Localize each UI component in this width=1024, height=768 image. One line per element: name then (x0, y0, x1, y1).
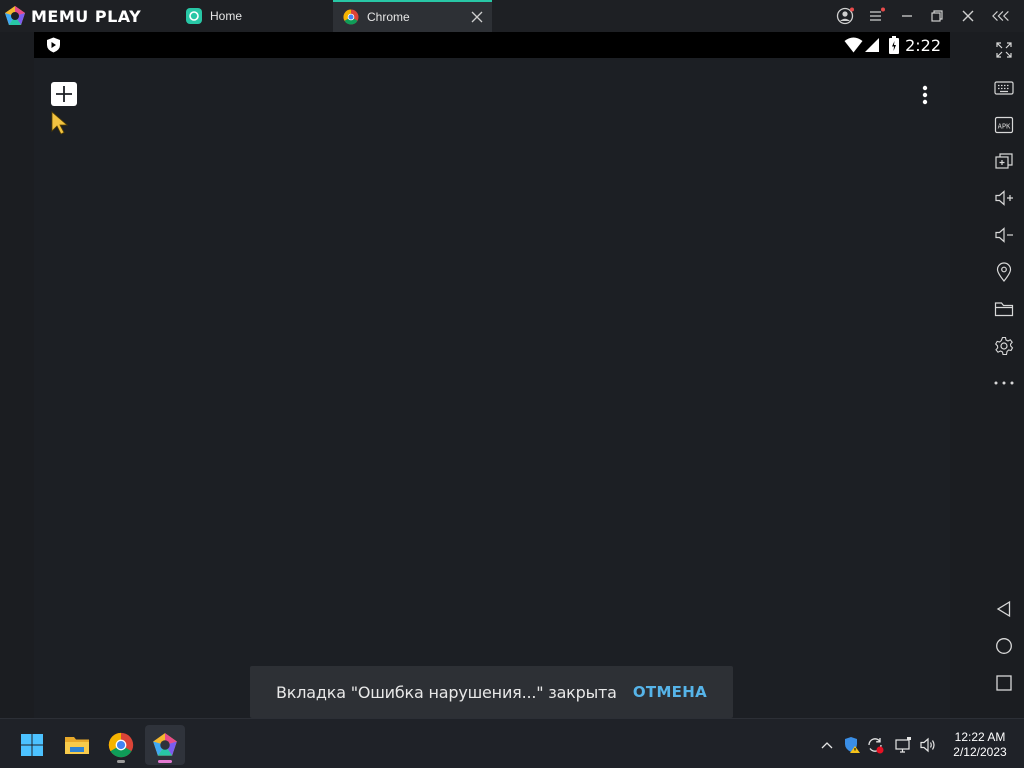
mouse-cursor-icon (51, 111, 69, 135)
folder-icon[interactable] (992, 297, 1016, 321)
chrome-tab-switcher (34, 58, 950, 718)
home-circle-icon[interactable] (992, 634, 1016, 658)
battery-icon (889, 36, 899, 54)
security-warning-icon[interactable] (843, 736, 861, 754)
memu-taskbar-button[interactable] (145, 725, 185, 765)
settings-icon[interactable] (992, 334, 1016, 358)
file-explorer-icon (65, 737, 89, 754)
wifi-icon (844, 37, 863, 53)
active-indicator (158, 760, 172, 763)
tab-home[interactable]: Home (178, 0, 330, 32)
speaker-icon[interactable] (919, 736, 937, 754)
clock-date: 2/12/2023 (953, 745, 1007, 759)
windows-taskbar: 12:22 AM 2/12/2023 (0, 718, 1024, 768)
collapse-sidebar-icon[interactable] (992, 6, 1012, 26)
plus-icon (56, 86, 72, 102)
restore-icon[interactable] (927, 6, 947, 26)
chrome-taskbar-button[interactable] (101, 725, 141, 765)
memu-logo: MEMU PLAY (4, 5, 141, 27)
overflow-menu-icon[interactable] (920, 84, 930, 106)
running-indicator (117, 760, 125, 763)
keyboard-icon[interactable] (992, 76, 1016, 100)
more-icon[interactable] (992, 371, 1016, 395)
tab-chrome-label: Chrome (367, 10, 410, 24)
svg-text:APK: APK (998, 123, 1011, 131)
shield-icon (46, 37, 61, 53)
new-tab-button[interactable] (51, 82, 77, 106)
chrome-icon (343, 9, 359, 25)
signal-icon (865, 37, 880, 53)
back-icon[interactable] (992, 597, 1016, 621)
snackbar-message: Вкладка "Ошибка нарушения..." закрыта (276, 683, 617, 702)
sync-error-icon[interactable] (866, 736, 884, 754)
minimize-icon[interactable] (897, 6, 917, 26)
chrome-icon (108, 732, 134, 758)
recents-icon[interactable] (992, 671, 1016, 695)
undo-button[interactable]: ОТМЕНА (633, 683, 707, 701)
chevron-up-icon[interactable] (818, 736, 836, 754)
memu-home-icon (186, 8, 202, 24)
volume-up-icon[interactable] (992, 186, 1016, 210)
network-icon[interactable] (894, 736, 912, 754)
apk-icon[interactable]: APK (992, 113, 1016, 137)
snackbar: Вкладка "Ошибка нарушения..." закрыта ОТ… (250, 666, 733, 718)
tab-home-label: Home (210, 9, 243, 23)
android-status-bar: 2:22 (34, 32, 950, 58)
fullscreen-icon[interactable] (992, 38, 1016, 62)
menu-icon[interactable] (866, 6, 886, 26)
right-toolbar: APK (984, 32, 1024, 718)
close-window-icon[interactable] (958, 6, 978, 26)
memu-icon (153, 733, 177, 756)
tab-chrome[interactable]: Chrome (333, 0, 492, 32)
title-bar: MEMU PLAY Home Chrome (0, 0, 1024, 32)
system-clock[interactable]: 12:22 AM 2/12/2023 (948, 730, 1012, 760)
location-icon[interactable] (992, 260, 1016, 284)
android-clock: 2:22 (905, 36, 941, 55)
clock-time: 12:22 AM (954, 730, 1006, 744)
account-icon[interactable] (835, 6, 855, 26)
start-button[interactable] (12, 725, 52, 765)
windows-start-icon (21, 734, 43, 756)
close-tab-icon[interactable] (470, 10, 484, 24)
volume-down-icon[interactable] (992, 223, 1016, 247)
multi-window-icon[interactable] (992, 149, 1016, 173)
brand-name: MEMU PLAY (31, 6, 142, 26)
memu-logo-icon (5, 6, 25, 25)
file-explorer-button[interactable] (57, 725, 97, 765)
